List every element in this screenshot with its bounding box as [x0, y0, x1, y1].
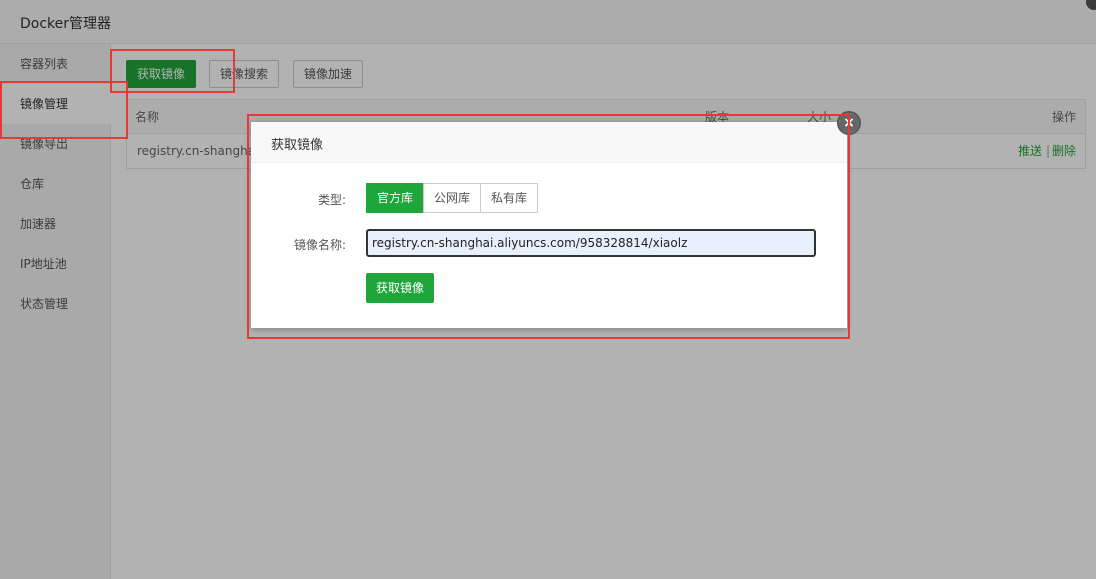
dialog-header: 获取镜像: [251, 122, 847, 163]
type-option-public[interactable]: 公网库: [423, 183, 482, 213]
dialog-close-button[interactable]: ×: [837, 111, 861, 135]
image-name-input[interactable]: registry.cn-shanghai.aliyuncs.com/958328…: [366, 229, 816, 257]
pull-image-dialog: 获取镜像 类型: 官方库 公网库 私有库 镜像名称: registry.cn-s…: [251, 122, 847, 328]
dialog-title: 获取镜像: [271, 138, 324, 153]
type-label: 类型:: [317, 193, 346, 207]
type-option-official[interactable]: 官方库: [366, 183, 425, 213]
dialog-pull-image-button[interactable]: 获取镜像: [366, 273, 435, 303]
close-icon: ×: [839, 113, 859, 133]
type-selector: 官方库 公网库 私有库: [366, 183, 539, 213]
type-option-private[interactable]: 私有库: [480, 183, 539, 213]
image-name-label: 镜像名称:: [293, 238, 346, 252]
